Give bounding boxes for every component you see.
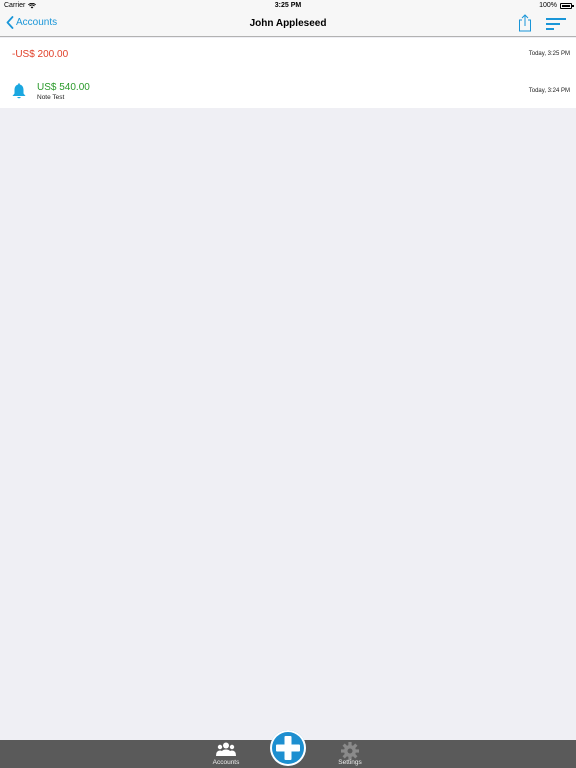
transaction-row[interactable]: -US$ 200.00 Today, 3:25 PM — [0, 38, 576, 73]
battery-info: 100% — [539, 2, 574, 9]
status-time: 3:25 PM — [274, 2, 302, 9]
transaction-row[interactable]: US$ 540.00 Note Test Today, 3:24 PM — [0, 73, 576, 108]
tab-settings[interactable]: Settings — [330, 740, 370, 768]
navigation-bar: Accounts John Appleseed — [0, 12, 576, 37]
page-title: John Appleseed — [249, 18, 327, 29]
battery-percent: 100% — [539, 2, 557, 9]
tab-accounts-label: Accounts — [212, 759, 240, 766]
transaction-note: Note Test — [37, 94, 65, 101]
accounts-icon — [216, 742, 236, 756]
transaction-list: -US$ 200.00 Today, 3:25 PM US$ 540.00 No… — [0, 38, 576, 108]
transaction-date: Today, 3:24 PM — [528, 88, 570, 94]
add-transaction-button[interactable] — [270, 730, 306, 766]
add-icon — [276, 736, 300, 760]
transaction-amount: US$ 540.00 — [37, 82, 90, 93]
bell-icon — [12, 83, 26, 99]
status-bar: Carrier 3:25 PM 100% — [0, 0, 576, 12]
sort-icon[interactable] — [545, 16, 567, 32]
transaction-date: Today, 3:25 PM — [528, 51, 570, 57]
share-icon[interactable] — [517, 14, 533, 32]
tab-settings-label: Settings — [338, 759, 362, 766]
tab-accounts[interactable]: Accounts — [206, 740, 246, 768]
gear-icon — [341, 742, 359, 760]
battery-icon — [560, 2, 574, 9]
transaction-amount: -US$ 200.00 — [12, 49, 69, 60]
